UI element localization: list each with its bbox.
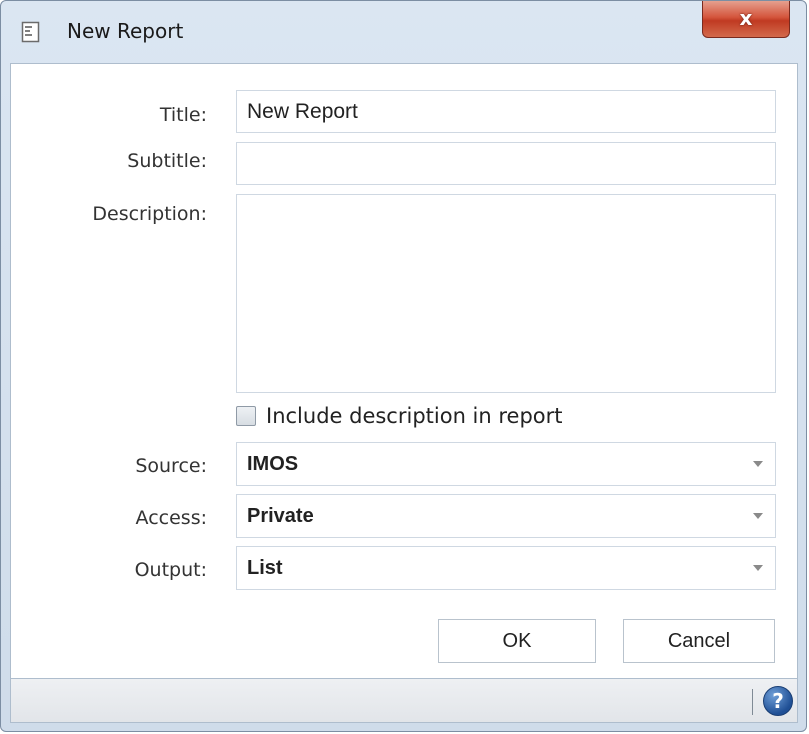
description-textarea[interactable] xyxy=(236,194,776,393)
cancel-button[interactable]: Cancel xyxy=(623,619,775,663)
dialog-content: Title: Subtitle: Description: Include de… xyxy=(10,63,798,679)
access-label: Access: xyxy=(135,507,207,529)
subtitle-label: Subtitle: xyxy=(127,150,207,172)
source-dropdown[interactable]: IMOS xyxy=(236,442,776,486)
ok-button[interactable]: OK xyxy=(438,619,596,663)
help-icon[interactable]: ? xyxy=(763,686,793,716)
chevron-down-icon xyxy=(753,461,763,467)
include-description-label: Include description in report xyxy=(266,404,563,428)
access-value: Private xyxy=(247,505,314,527)
close-button[interactable]: x xyxy=(702,1,790,38)
access-dropdown[interactable]: Private xyxy=(236,494,776,538)
new-report-dialog: New Report x Title: Subtitle: Descriptio… xyxy=(0,0,807,732)
chevron-down-icon xyxy=(753,565,763,571)
source-label: Source: xyxy=(135,455,207,477)
close-icon: x xyxy=(739,6,753,30)
chevron-down-icon xyxy=(753,513,763,519)
status-bar: ? xyxy=(10,679,798,723)
description-label: Description: xyxy=(92,203,207,225)
title-bar[interactable]: New Report x xyxy=(1,1,806,63)
include-description-checkbox[interactable] xyxy=(236,406,256,426)
output-value: List xyxy=(247,557,283,579)
title-label: Title: xyxy=(159,104,207,126)
output-dropdown[interactable]: List xyxy=(236,546,776,590)
window-title: New Report xyxy=(67,19,184,43)
subtitle-input[interactable] xyxy=(236,142,776,185)
report-icon xyxy=(21,21,41,43)
title-input[interactable] xyxy=(236,90,776,133)
output-label: Output: xyxy=(134,559,207,581)
status-separator xyxy=(752,689,753,715)
source-value: IMOS xyxy=(247,453,299,475)
